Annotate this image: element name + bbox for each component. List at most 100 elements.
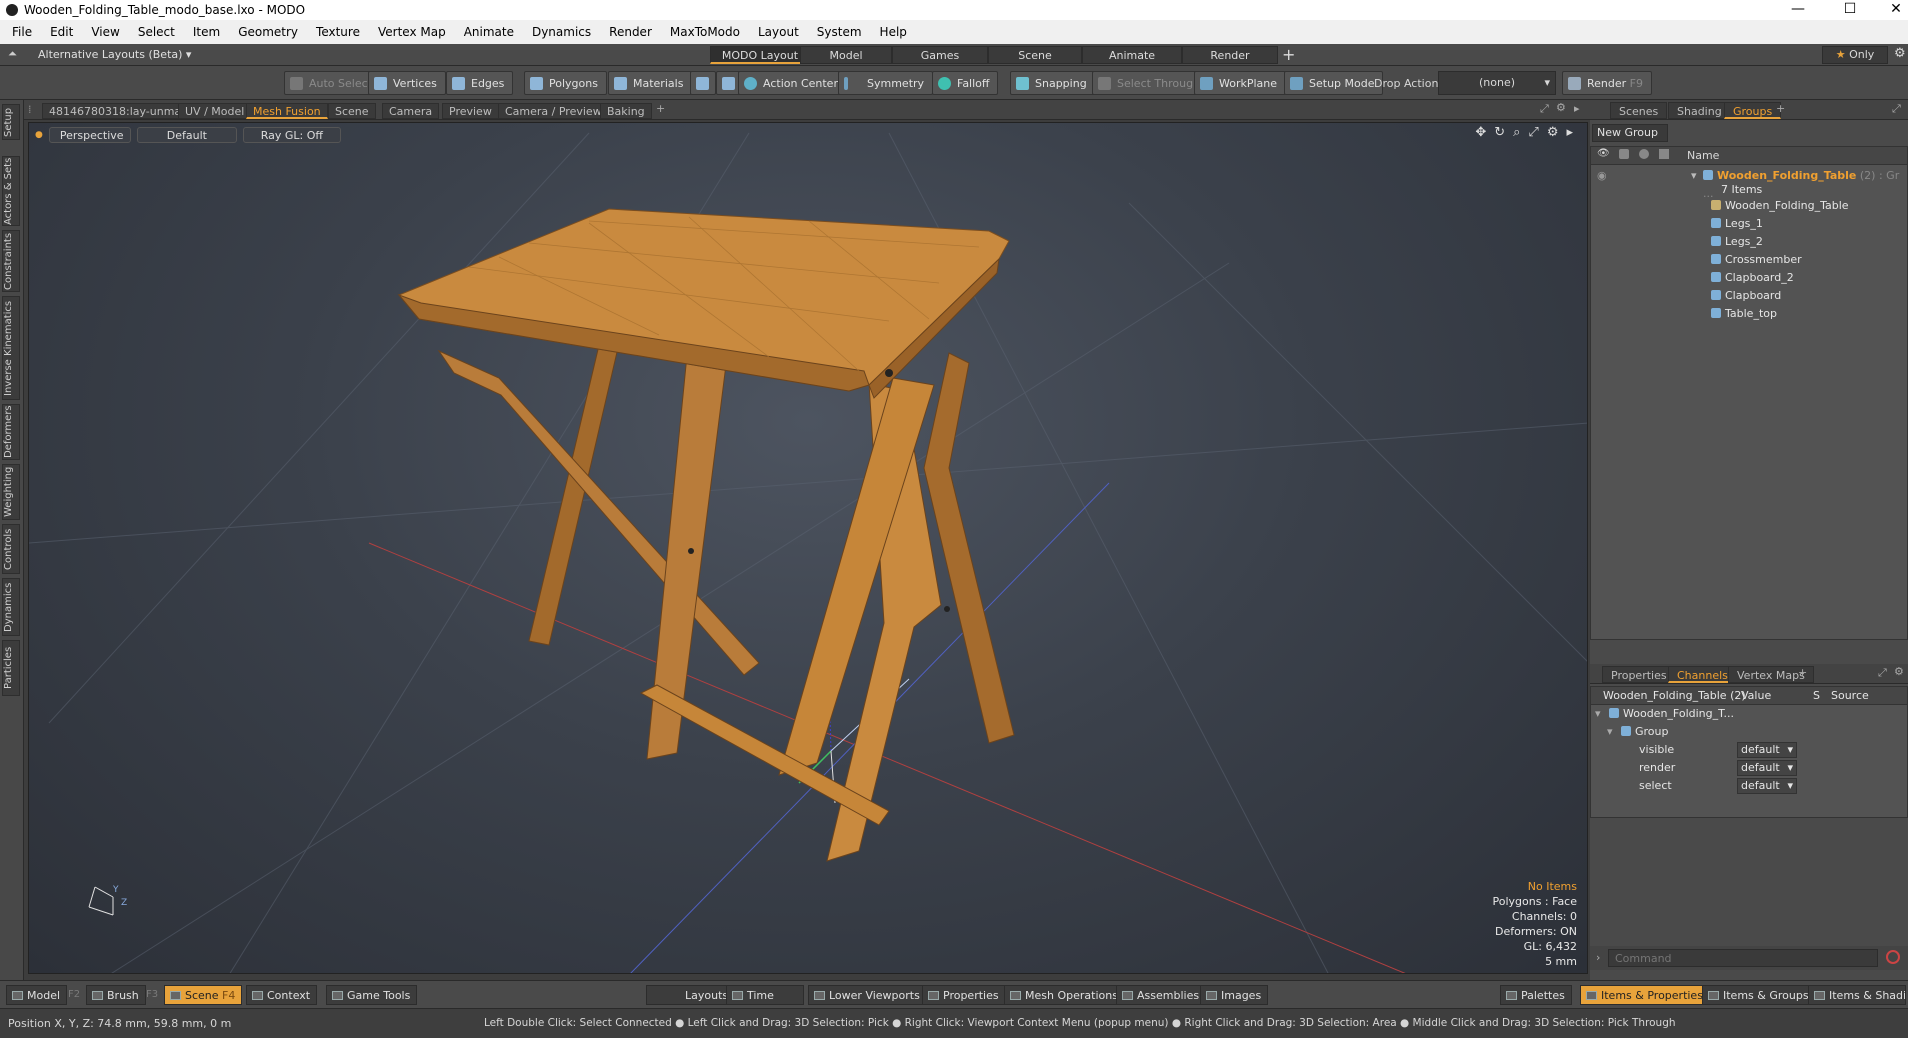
vertices-button[interactable]: Vertices [368,71,446,95]
list-item[interactable]: Crossmember [1591,251,1907,269]
game-tools-button[interactable]: Game Tools [326,985,418,1005]
3d-viewport[interactable]: Y Z ● Perspective Default Ray GL: Off ✥ … [28,122,1588,974]
polygons-button[interactable]: Polygons [524,71,607,95]
action-center-button[interactable]: Action Center [738,71,847,95]
menu-vertex-map[interactable]: Vertex Map [369,25,455,39]
tab-lay-unmax[interactable]: 48146780318:lay-unmax [42,103,195,119]
items-properties-button[interactable]: Items & Properties [1580,985,1710,1005]
add-tab-button[interactable]: + [656,102,665,115]
tab-scene[interactable]: Scene [328,103,376,119]
menu-maxtomodo[interactable]: MaxToModo [661,25,749,39]
ray-gl-toggle[interactable]: Ray GL: Off [242,127,341,143]
render-icon[interactable] [1639,149,1649,159]
channel-group-row[interactable]: ▾ Group [1591,723,1907,741]
tab-scene-layout[interactable]: Scene Layout [988,46,1082,80]
context-button[interactable]: Context [246,985,318,1005]
expand-icon[interactable]: ⤢ [1540,102,1549,116]
channel-row[interactable]: select default ▾ [1591,777,1907,795]
tab-constraints[interactable]: Constraints [2,230,20,292]
tab-inverse-kinematics[interactable]: Inverse Kinematics [2,296,20,400]
add-layout-button[interactable]: + [1282,45,1295,64]
tab-groups[interactable]: Groups [1724,102,1782,119]
items-groups-button[interactable]: Items & Groups [1702,985,1816,1005]
list-item[interactable]: Legs_1 [1591,215,1907,233]
scene-button[interactable]: Scene F4 [164,985,243,1005]
tab-mesh-fusion[interactable]: Mesh Fusion [246,103,328,119]
palettes-button[interactable]: Palettes [1500,985,1572,1005]
view-type-dropdown[interactable]: Perspective [48,127,131,143]
menu-system[interactable]: System [808,25,871,39]
drop-action-select[interactable]: (none) ▾ [1438,71,1556,95]
fit-icon[interactable]: ⤢ [1528,125,1538,140]
tab-channels[interactable]: Channels [1668,666,1737,683]
shading-dropdown[interactable]: Default [136,127,237,143]
lower-viewports-button[interactable]: Lower Viewports [808,985,927,1005]
channel-row[interactable]: visible default ▾ [1591,741,1907,759]
properties-button[interactable]: Properties [922,985,1006,1005]
menu-render[interactable]: Render [600,25,661,39]
arrow-right-icon[interactable]: ▸ [1574,102,1580,115]
select-icon[interactable] [1659,149,1669,159]
menu-view[interactable]: View [82,25,128,39]
command-input[interactable] [1608,949,1878,967]
snapping-button[interactable]: Snapping [1010,71,1096,95]
chevron-down-icon[interactable]: ▾ [1595,705,1601,723]
tab-camera-preview[interactable]: Camera / Preview [498,103,609,119]
list-item[interactable]: Wooden_Folding_Table [1591,197,1907,215]
add-tab-button[interactable]: + [1798,666,1807,679]
tab-actors-sets[interactable]: Actors & Sets [2,156,20,226]
falloff-button[interactable]: Falloff [932,71,999,95]
menu-dynamics[interactable]: Dynamics [523,25,600,39]
channel-row[interactable]: render default ▾ [1591,759,1907,777]
assemblies-button[interactable]: Assemblies [1116,985,1207,1005]
tab-render-layout[interactable]: Render Layout [1182,46,1278,80]
menu-geometry[interactable]: Geometry [229,25,307,39]
collapse-icon[interactable]: ⏶ [8,47,17,61]
items-shading-button[interactable]: Items & Shading [1808,985,1906,1005]
symmetry-button[interactable]: Symmetry [838,71,934,95]
list-item[interactable]: Clapboard_2 [1591,269,1907,287]
tab-scenes[interactable]: Scenes [1610,102,1668,119]
edges-button[interactable]: Edges [446,71,514,95]
tab-animate-layout[interactable]: Animate Layout [1082,46,1182,80]
tab-shading[interactable]: Shading [1668,102,1731,119]
workplane-button[interactable]: WorkPlane [1194,71,1287,95]
only-toggle[interactable]: ★ Only [1822,46,1888,64]
tab-dynamics[interactable]: Dynamics [2,578,20,636]
gear-icon[interactable]: ⚙ [1894,46,1906,61]
tab-model-layout[interactable]: Model Layout [800,46,892,80]
setup-mode-button[interactable]: Setup Mode [1284,71,1384,95]
auto-select-button[interactable]: Auto Select [284,71,381,95]
close-button[interactable]: ✕ [1878,0,1908,20]
menu-animate[interactable]: Animate [455,25,523,39]
layout-switcher[interactable]: Alternative Layouts (Beta) ▾ [38,48,191,61]
materials-button[interactable]: Materials [608,71,693,95]
gear-icon[interactable]: ⚙ [1547,125,1559,140]
tab-uv-model[interactable]: UV / Model [178,103,252,119]
add-tab-button[interactable]: + [1776,102,1785,115]
tab-deformers[interactable]: Deformers [2,404,20,460]
mesh-operations-button[interactable]: Mesh Operations [1004,985,1125,1005]
menu-layout[interactable]: Layout [749,25,808,39]
tab-particles[interactable]: Particles [2,640,20,696]
images-button[interactable]: Images [1200,985,1269,1005]
select-through-button[interactable]: Select Through [1092,71,1210,95]
list-item[interactable]: Table_top [1591,305,1907,323]
maximize-button[interactable]: ☐ [1832,0,1868,20]
list-item[interactable]: Clapboard [1591,287,1907,305]
tab-preview[interactable]: Preview [442,103,499,119]
zoom-icon[interactable]: ⌕ [1513,125,1520,140]
arrow-right-icon[interactable]: ▸ [1566,125,1573,140]
menu-file[interactable]: File [0,25,41,39]
select-mode-a-button[interactable] [690,71,716,95]
tab-controls[interactable]: Controls [2,524,20,574]
eye-icon[interactable]: 👁 [1597,148,1610,159]
lock-icon[interactable] [1619,149,1629,159]
tab-modo-layout[interactable]: MODO Layout [710,46,810,64]
channel-value[interactable]: default ▾ [1737,742,1797,758]
tab-setup[interactable]: Setup [2,104,20,140]
record-icon[interactable] [1886,950,1900,964]
time-button[interactable]: Time [726,985,804,1005]
list-item[interactable]: Legs_2 [1591,233,1907,251]
channel-root-row[interactable]: ▾ Wooden_Folding_T... [1591,705,1907,723]
